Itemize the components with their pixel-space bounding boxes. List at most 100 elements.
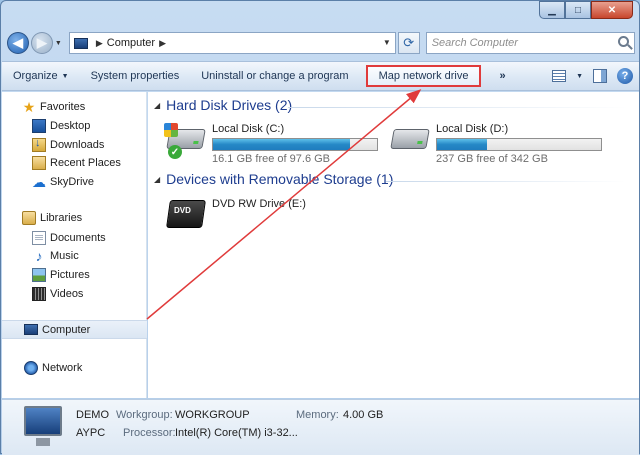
refresh-button[interactable]: ⟳ [397,32,420,54]
details-workgroup-label: Workgroup: [116,409,173,421]
nav-desktop[interactable]: Desktop [32,116,142,135]
history-dropdown-icon[interactable]: ▼ [55,40,65,47]
nav-favorites[interactable]: ★ Favorites [22,97,142,116]
system-properties-button[interactable]: System properties [80,65,191,87]
help-icon[interactable]: ? [617,68,633,84]
nav-favorites-label: Favorites [40,100,86,113]
address-bar[interactable]: ▶ Computer ▶ ▼ [68,32,396,54]
nav-videos-label: Videos [50,287,84,300]
details-host: AYPC [76,427,106,439]
computer-icon [73,37,88,49]
hard-drive-icon [390,123,430,155]
search-icon[interactable] [618,36,630,47]
nav-skydrive-label: SkyDrive [50,175,95,188]
minimize-button[interactable]: ▁ [539,1,565,19]
nav-skydrive[interactable]: ☁ SkyDrive [32,172,142,191]
explorer-window: ▁ □ ✕ ◀ ▶ ▼ ▶ Computer ▶ ▼ ⟳ Search Comp… [0,0,640,455]
details-memory-value: 4.00 GB [343,409,384,421]
nav-libraries[interactable]: Libraries [22,208,142,227]
check-badge-icon: ✓ [168,145,182,159]
drive-c-usage-bar [212,138,378,151]
cloud-icon: ☁ [32,173,46,190]
back-button[interactable]: ◀ [7,32,29,54]
videos-icon [32,286,46,301]
navigation-pane: ★ Favorites Desktop Downloads Recent Pla… [2,92,147,398]
address-row: ◀ ▶ ▼ ▶ Computer ▶ ▼ ⟳ Search Computer [7,29,636,57]
nav-computer[interactable]: Computer [2,320,147,339]
group-header-hard-disk-drives[interactable]: ◢ Hard Disk Drives (2) [154,97,292,113]
change-view-icon[interactable] [552,70,567,82]
breadcrumb-chevron-icon[interactable]: ▶ [159,38,166,49]
group-header-label: Devices with Removable Storage (1) [166,171,394,187]
drive-dvd-name: DVD RW Drive (E:) [212,198,306,210]
map-network-drive-button[interactable]: Map network drive [365,65,482,87]
breadcrumb-computer[interactable]: Computer [107,37,155,49]
nav-music[interactable]: ♪ Music [32,246,142,265]
details-workgroup-value: WORKGROUP [175,409,250,421]
libraries-icon [22,210,36,225]
caption-buttons: ▁ □ ✕ [539,1,633,19]
network-icon [24,360,38,375]
drive-d-name: Local Disk (D:) [436,123,509,135]
preview-pane-icon[interactable] [593,69,607,83]
computer-icon [24,324,38,335]
music-note-icon: ♪ [35,247,43,264]
nav-desktop-label: Desktop [50,119,91,132]
drive-dvd[interactable]: DVD DVD RW Drive (E:) [166,198,306,230]
details-pane: DEMO Workgroup: WORKGROUP Memory: 4.00 G… [2,399,639,455]
pictures-icon [32,267,46,282]
drive-d-usage-fill [437,139,488,150]
dvd-badge-label: DVD [174,206,191,215]
hard-drive-icon: ✓ [164,123,206,159]
dvd-drive-icon: DVD [166,198,206,230]
documents-icon [32,230,46,245]
nav-documents-label: Documents [50,231,106,244]
nav-videos[interactable]: Videos [32,284,142,303]
nav-pictures[interactable]: Pictures [32,265,142,284]
nav-recent-places-label: Recent Places [50,156,121,169]
drive-d-free-space: 237 GB free of 342 GB [436,153,548,165]
drive-c-usage-fill [213,139,350,150]
windows-logo-icon [164,123,178,137]
nav-recent-places[interactable]: Recent Places [32,153,142,172]
more-commands-button[interactable]: » [489,65,515,87]
nav-libraries-label: Libraries [40,211,83,224]
uninstall-program-button[interactable]: Uninstall or change a program [190,65,359,87]
nav-pictures-label: Pictures [50,268,90,281]
drive-c-name: Local Disk (C:) [212,123,285,135]
group-header-label: Hard Disk Drives (2) [166,97,293,113]
view-options-dropdown-icon[interactable]: ▼ [576,73,583,80]
command-bar: Organize ▼ System properties Uninstall o… [2,61,639,91]
organize-button[interactable]: Organize ▼ [2,65,80,87]
drive-c[interactable]: ✓ Local Disk (C:) 16.1 GB free of 97.6 G… [164,123,378,165]
nav-computer-label: Computer [42,323,91,336]
drive-d[interactable]: Local Disk (D:) 237 GB free of 342 GB [390,123,602,165]
close-button[interactable]: ✕ [591,1,633,19]
nav-network[interactable]: Network [24,358,144,377]
nav-downloads[interactable]: Downloads [32,135,142,154]
content-pane: ◢ Hard Disk Drives (2) ✓ Local Disk (C:)… [148,92,639,398]
collapse-triangle-icon[interactable]: ◢ [154,175,160,184]
address-dropdown-icon[interactable]: ▼ [383,38,391,47]
nav-documents[interactable]: Documents [32,228,142,247]
refresh-icon: ⟳ [403,35,415,50]
group-divider [386,181,626,182]
chevron-down-icon: ▼ [61,72,69,80]
maximize-button[interactable]: □ [565,1,591,19]
forward-button[interactable]: ▶ [30,32,53,54]
drive-d-usage-bar [436,138,602,151]
star-icon: ★ [22,98,36,115]
breadcrumb-separator-icon[interactable]: ▶ [96,38,103,49]
view-controls: ▼ ? [552,68,639,84]
recent-places-icon [32,155,46,170]
details-processor-value: Intel(R) Core(TM) i3-32... [175,427,298,439]
group-header-removable-storage[interactable]: ◢ Devices with Removable Storage (1) [154,171,393,187]
search-input[interactable]: Search Computer [425,32,636,54]
group-divider [288,107,628,108]
collapse-triangle-icon[interactable]: ◢ [154,101,160,110]
details-processor-label: Processor: [123,427,176,439]
drive-c-free-space: 16.1 GB free of 97.6 GB [212,153,331,165]
details-computer-name: DEMO [76,409,109,421]
nav-network-label: Network [42,361,83,374]
nav-downloads-label: Downloads [50,138,105,151]
